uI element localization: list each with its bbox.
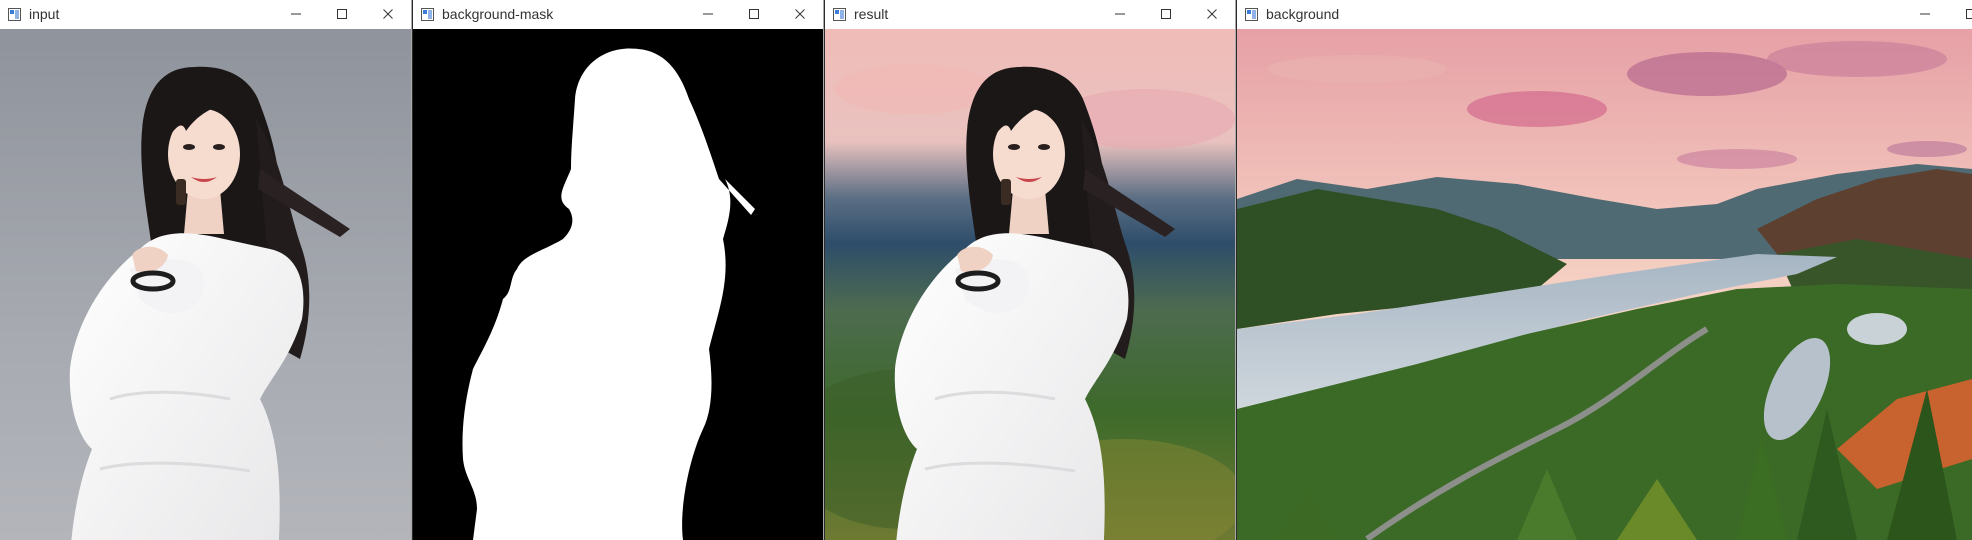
window-title: background-mask [442, 6, 554, 22]
maximize-button[interactable] [319, 0, 365, 28]
maximize-button[interactable] [1143, 0, 1189, 28]
maximize-icon [337, 9, 347, 19]
landscape-image [1237, 29, 1972, 540]
minimize-button[interactable] [273, 0, 319, 28]
opencv-window-icon [8, 7, 21, 21]
close-icon [383, 9, 393, 19]
minimize-icon [703, 13, 713, 15]
window-title: background [1266, 6, 1340, 22]
close-button[interactable] [1189, 0, 1235, 28]
close-button[interactable] [365, 0, 411, 28]
window-background-mask: background-mask [413, 0, 824, 540]
image-canvas [1237, 29, 1972, 540]
window-title: input [29, 6, 60, 22]
opencv-window-icon [421, 7, 434, 21]
window-title: result [854, 6, 889, 22]
maximize-icon [1161, 9, 1171, 19]
portrait-image [0, 29, 411, 540]
window-background: background [1237, 0, 1972, 540]
minimize-icon [291, 13, 301, 15]
image-canvas [825, 29, 1235, 540]
maximize-icon [1966, 9, 1972, 19]
minimize-button[interactable] [685, 0, 731, 28]
mask-image [413, 29, 823, 540]
maximize-icon [749, 9, 759, 19]
close-icon [1207, 9, 1217, 19]
close-icon [795, 9, 805, 19]
maximize-button[interactable] [731, 0, 777, 28]
close-button[interactable] [777, 0, 823, 28]
window-result: result [825, 0, 1236, 540]
opencv-window-icon [1245, 7, 1258, 21]
maximize-button[interactable] [1948, 0, 1972, 28]
minimize-button[interactable] [1097, 0, 1143, 28]
minimize-button[interactable] [1902, 0, 1948, 28]
opencv-window-icon [833, 7, 846, 21]
composite-image [825, 29, 1235, 540]
image-canvas [413, 29, 823, 540]
image-canvas [0, 29, 411, 540]
titlebar[interactable]: background [1237, 0, 1972, 28]
minimize-icon [1115, 13, 1125, 15]
minimize-icon [1920, 13, 1930, 15]
window-input: input [0, 0, 412, 540]
